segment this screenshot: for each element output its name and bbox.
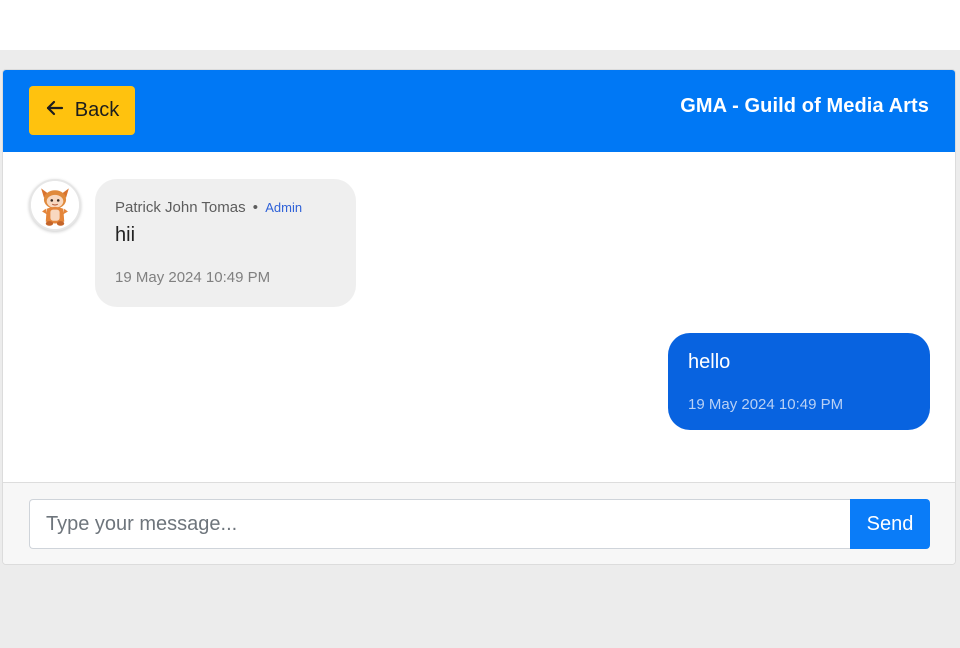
meta-separator: • bbox=[252, 199, 259, 216]
message-timestamp: 19 May 2024 10:49 PM bbox=[115, 269, 271, 286]
message-text: hello bbox=[688, 351, 731, 373]
sender-role-badge: Admin bbox=[265, 200, 303, 215]
message-list[interactable]: Patrick John Tomas • Admin hii 19 May 20… bbox=[3, 152, 955, 482]
chat-title: GMA - Guild of Media Arts bbox=[680, 95, 929, 117]
chat-header: Back GMA - Guild of Media Arts bbox=[3, 70, 955, 152]
sender-avatar bbox=[29, 179, 81, 231]
message-composer: Send bbox=[3, 482, 955, 564]
back-button-label: Back bbox=[74, 99, 120, 121]
top-whitespace bbox=[0, 0, 960, 50]
arrow-left-icon bbox=[45, 98, 65, 124]
message-text: hii bbox=[115, 224, 136, 246]
incoming-message-bubble: Patrick John Tomas • Admin hii 19 May 20… bbox=[95, 179, 356, 307]
send-button[interactable]: Send bbox=[850, 499, 930, 549]
sender-name: Patrick John Tomas bbox=[115, 199, 246, 216]
message-meta: Patrick John Tomas • Admin bbox=[115, 199, 336, 216]
outgoing-message-bubble: hello 19 May 2024 10:49 PM bbox=[668, 333, 930, 430]
chat-card: Back GMA - Guild of Media Arts Patrick J… bbox=[2, 69, 956, 565]
message-timestamp: 19 May 2024 10:49 PM bbox=[688, 396, 844, 413]
message-input[interactable] bbox=[29, 499, 851, 549]
back-button[interactable]: Back bbox=[29, 86, 135, 135]
